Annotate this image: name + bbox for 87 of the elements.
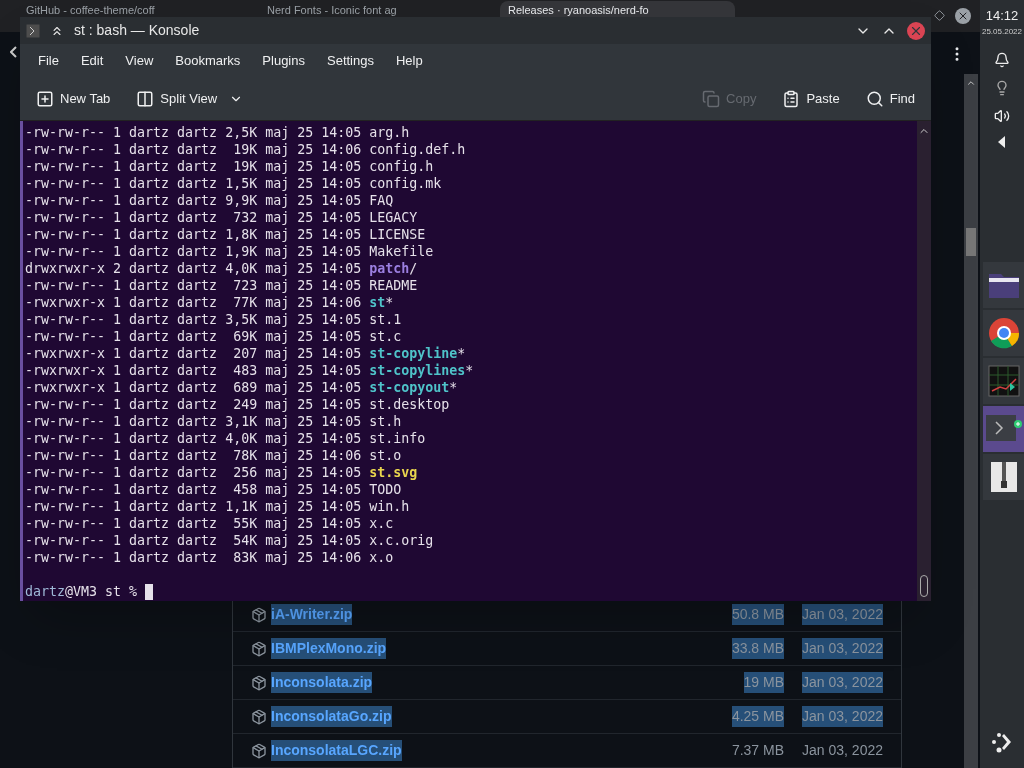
terminal-line: -rw-rw-r-- 1 dartz dartz 723 maj 25 14:05 README bbox=[25, 277, 419, 294]
asset-size: 4.25 MB bbox=[731, 706, 785, 727]
browser-tab[interactable]: Releases · ryanoasis/nerd-fo bbox=[500, 1, 735, 17]
dots-arrow-icon[interactable] bbox=[990, 730, 1014, 754]
tab-title: GitHub - coffee-theme/coff bbox=[26, 4, 155, 16]
archive-icon bbox=[989, 460, 1018, 493]
terminal-line: -rw-rw-r-- 1 dartz dartz 732 maj 25 14:05 LEGACY bbox=[25, 209, 419, 226]
task-button[interactable] bbox=[983, 405, 1024, 452]
browser-icon bbox=[987, 316, 1020, 349]
scroll-up-icon[interactable] bbox=[966, 78, 976, 88]
package-icon bbox=[251, 640, 267, 657]
copy-icon bbox=[702, 90, 721, 108]
task-button[interactable] bbox=[983, 309, 1024, 356]
clipboard-icon bbox=[782, 90, 801, 108]
asset-size: 19 MB bbox=[743, 672, 785, 693]
menu-item[interactable]: Help bbox=[385, 47, 433, 75]
terminal-line: -rw-rw-r-- 1 dartz dartz 1,9K maj 25 14:05 Makefile bbox=[25, 243, 435, 260]
terminal-line: -rw-rw-r-- 1 dartz dartz 9,9K maj 25 14:05 FAQ bbox=[25, 192, 395, 209]
task-button[interactable] bbox=[983, 261, 1024, 308]
terminal-line: -rw-rw-r-- 1 dartz dartz 1,8K maj 25 14:05 LICENSE bbox=[25, 226, 427, 243]
terminal-line: -rw-rw-r-- 1 dartz dartz 1,5K maj 25 14:05 config.mk bbox=[25, 175, 443, 192]
menu-item[interactable]: Edit bbox=[70, 47, 114, 75]
menu-item[interactable]: View bbox=[115, 47, 164, 75]
package-icon bbox=[251, 742, 267, 759]
close-icon[interactable] bbox=[955, 8, 971, 24]
terminal-line: -rw-rw-r-- 1 dartz dartz 55K maj 25 14:05 x.c bbox=[25, 515, 395, 532]
terminal-line: -rw-rw-r-- 1 dartz dartz 83K maj 25 14:06 x.o bbox=[25, 549, 395, 566]
terminal-line: -rw-rw-r-- 1 dartz dartz 249 maj 25 14:05 st.desktop bbox=[25, 396, 451, 413]
search-icon bbox=[865, 90, 884, 108]
menu-item[interactable]: Plugins bbox=[252, 47, 315, 75]
asset-date: Jan 03, 2022 bbox=[802, 638, 883, 659]
asset-date: Jan 03, 2022 bbox=[802, 741, 883, 760]
prompt: dartz@VM3 st % bbox=[25, 583, 139, 600]
terminal-line: -rwxrwxr-x 1 dartz dartz 483 maj 25 14:05 st-copylines* bbox=[25, 362, 475, 379]
volume-icon[interactable] bbox=[994, 107, 1010, 124]
new-tab-icon bbox=[36, 90, 54, 108]
terminal-line: -rwxrwxr-x 1 dartz dartz 77K maj 25 14:06 st* bbox=[25, 294, 395, 311]
package-icon bbox=[251, 606, 267, 623]
chart-monitor-icon bbox=[987, 364, 1020, 397]
terminal-line: drwxrwxr-x 2 dartz dartz 4,0K maj 25 14:05 patch/ bbox=[25, 260, 419, 277]
terminal-line: -rw-rw-r-- 1 dartz dartz 2,5K maj 25 14:05 arg.h bbox=[25, 124, 411, 141]
asset-date: Jan 03, 2022 bbox=[802, 672, 883, 693]
terminal-icon bbox=[984, 413, 1023, 444]
scroll-thumb[interactable] bbox=[966, 228, 976, 256]
diamond-icon bbox=[934, 10, 945, 21]
browser-tab[interactable]: Nerd Fonts - Iconic font ag bbox=[259, 1, 494, 17]
terminal-icon bbox=[26, 23, 40, 38]
columns-icon bbox=[136, 90, 155, 108]
terminal-line: -rw-rw-r-- 1 dartz dartz 4,0K maj 25 14:05 st.info bbox=[25, 430, 427, 447]
asset-size: 50.8 MB bbox=[731, 604, 785, 625]
tab-title: Nerd Fonts - Iconic font ag bbox=[267, 4, 397, 16]
terminal-line: -rw-rw-r-- 1 dartz dartz 1,1K maj 25 14:05 win.h bbox=[25, 498, 411, 515]
asset-date: Jan 03, 2022 bbox=[802, 706, 883, 727]
expand-triangle-icon[interactable] bbox=[998, 135, 1006, 148]
terminal-line: -rw-rw-r-- 1 dartz dartz 69K maj 25 14:05 st.c bbox=[25, 328, 403, 345]
terminal-line: -rw-rw-r-- 1 dartz dartz 54K maj 25 14:05 x.c.orig bbox=[25, 532, 435, 549]
lightbulb-icon[interactable] bbox=[994, 79, 1010, 96]
asset-size: 7.37 MB bbox=[731, 741, 785, 760]
package-icon bbox=[251, 708, 267, 725]
terminal-line: -rwxrwxr-x 1 dartz dartz 207 maj 25 14:05 st-copyline* bbox=[25, 345, 467, 362]
menu-item[interactable]: Bookmarks bbox=[165, 47, 251, 75]
bell-icon[interactable] bbox=[994, 51, 1010, 68]
tab-title: Releases · ryanoasis/nerd-fo bbox=[508, 4, 649, 16]
terminal-line: -rwxrwxr-x 1 dartz dartz 689 maj 25 14:05 st-copyout* bbox=[25, 379, 459, 396]
window-title: st : bash — Konsole bbox=[74, 21, 200, 40]
clock-time: 14:12 bbox=[985, 7, 1019, 25]
terminal-line: -rw-rw-r-- 1 dartz dartz 3,5K maj 25 14:05 st.1 bbox=[25, 311, 403, 328]
menu-item[interactable]: File bbox=[28, 47, 69, 75]
terminal-line: -rw-rw-r-- 1 dartz dartz 458 maj 25 14:05 TODO bbox=[25, 481, 403, 498]
clock-date: 25.05.2022 bbox=[981, 25, 1022, 38]
terminal-line: -rw-rw-r-- 1 dartz dartz 256 maj 25 14:05 st.svg bbox=[25, 464, 419, 481]
cursor bbox=[145, 583, 154, 600]
terminal-line: -rw-rw-r-- 1 dartz dartz 19K maj 25 14:05 config.h bbox=[25, 158, 435, 175]
asset-date: Jan 03, 2022 bbox=[802, 604, 883, 625]
close-icon[interactable] bbox=[907, 21, 925, 40]
terminal-line: -rw-rw-r-- 1 dartz dartz 78K maj 25 14:06 st.o bbox=[25, 447, 403, 464]
task-button[interactable] bbox=[983, 453, 1024, 500]
toolbar-button[interactable]: Split View bbox=[130, 85, 250, 113]
toolbar-button[interactable]: Paste bbox=[776, 85, 846, 113]
package-icon bbox=[251, 674, 267, 691]
asset-size: 33.8 MB bbox=[731, 638, 785, 659]
terminal-line: -rw-rw-r-- 1 dartz dartz 19K maj 25 14:06 config.def.h bbox=[25, 141, 467, 158]
browser-tab[interactable]: GitHub - coffee-theme/coff bbox=[18, 1, 253, 17]
terminal-line: -rw-rw-r-- 1 dartz dartz 3,1K maj 25 14:05 st.h bbox=[25, 413, 403, 430]
menu-item[interactable]: Settings bbox=[317, 47, 384, 75]
toolbar-button[interactable]: New Tab bbox=[30, 85, 117, 113]
toolbar-button[interactable]: Find bbox=[859, 85, 921, 113]
